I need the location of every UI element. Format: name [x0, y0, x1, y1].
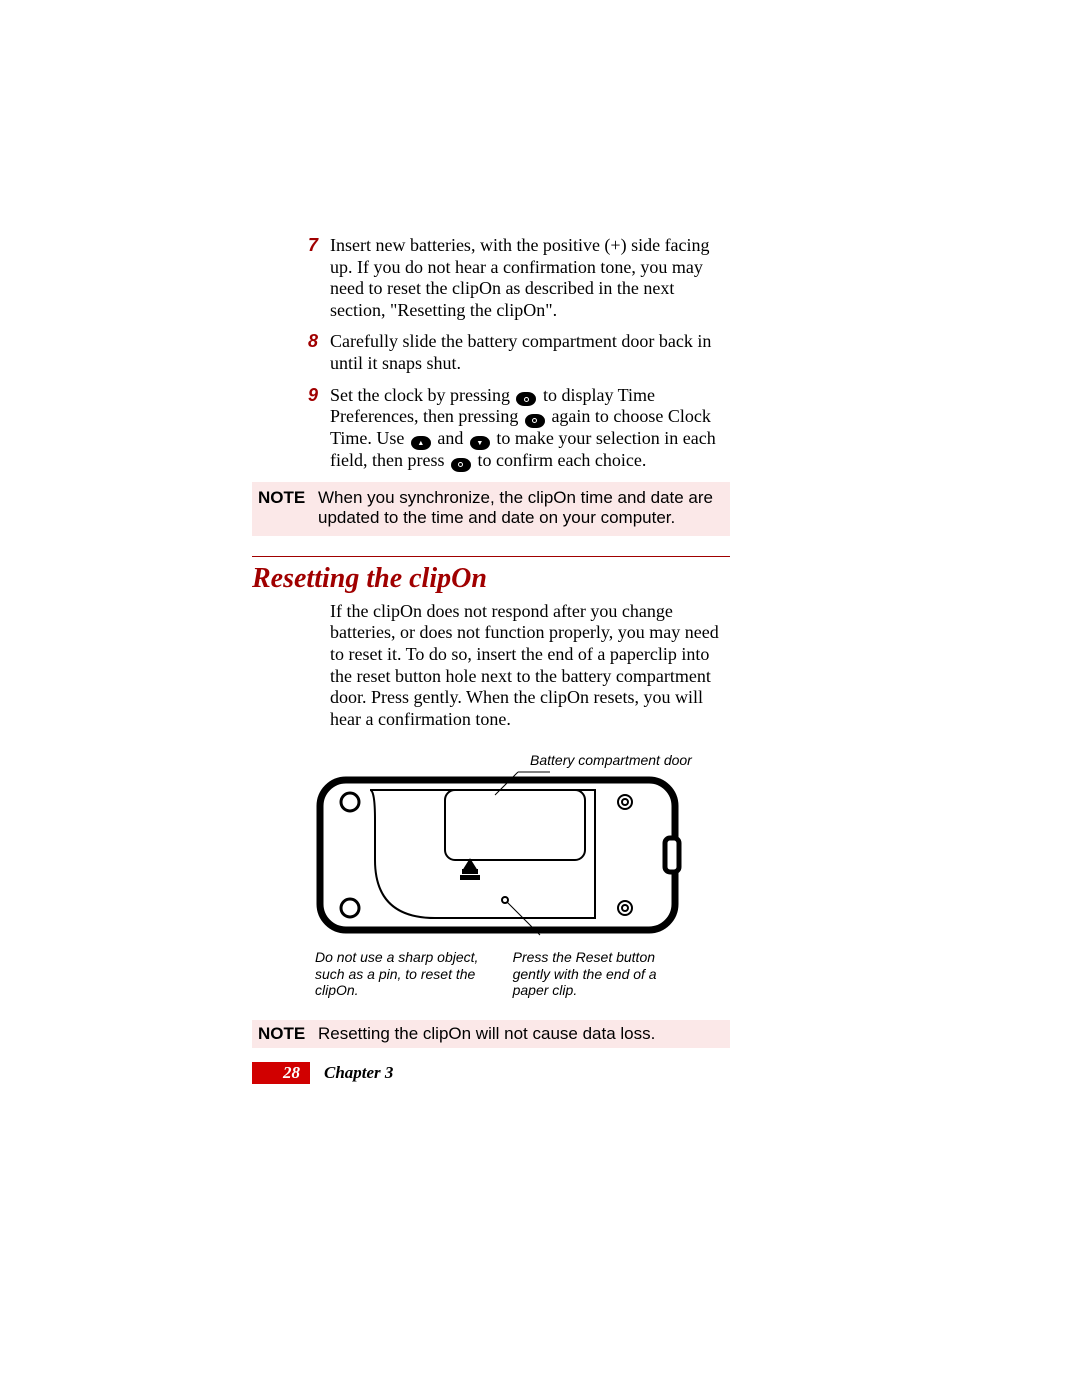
note-label: NOTE	[258, 488, 318, 528]
step-8: 8 Carefully slide the battery compartmen…	[260, 331, 730, 374]
note-text: When you synchronize, the clipOn time an…	[318, 488, 720, 528]
select-button-icon	[516, 392, 536, 406]
section-paragraph: If the clipOn does not respond after you…	[330, 601, 730, 731]
step-number: 9	[260, 385, 318, 472]
text-fragment: Set the clock by pressing	[330, 385, 514, 405]
callout-left: Do not use a sharp object, such as a pin…	[315, 949, 497, 997]
step-7: 7 Insert new batteries, with the positiv…	[260, 235, 730, 321]
step-text: Insert new batteries, with the positive …	[330, 235, 730, 321]
callout-right: Press the Reset button gently with the e…	[513, 949, 695, 997]
callouts-bottom: Do not use a sharp object, such as a pin…	[315, 949, 695, 997]
select-button-icon	[451, 458, 471, 472]
up-button-icon	[411, 436, 431, 450]
chapter-label: Chapter 3	[310, 1062, 393, 1084]
section-heading: Resetting the clipOn	[252, 563, 730, 595]
note-box: NOTE Resetting the clipOn will not cause…	[252, 1020, 730, 1048]
device-svg	[315, 760, 695, 940]
select-button-icon	[525, 414, 545, 428]
page-number: 28	[252, 1062, 310, 1084]
step-text: Set the clock by pressing to display Tim…	[330, 385, 730, 472]
text-fragment: to confirm each choice.	[477, 450, 646, 470]
note-box: NOTE When you synchronize, the clipOn ti…	[252, 482, 730, 536]
step-text: Carefully slide the battery compartment …	[330, 331, 730, 374]
step-9: 9 Set the clock by pressing to display T…	[260, 385, 730, 472]
down-button-icon	[470, 436, 490, 450]
text-fragment: and	[437, 428, 468, 448]
step-number: 7	[260, 235, 318, 321]
note-text: Resetting the clipOn will not cause data…	[318, 1024, 655, 1044]
note-label: NOTE	[258, 1024, 318, 1044]
callout-top: Battery compartment door	[530, 752, 692, 768]
section-rule	[252, 556, 730, 557]
device-diagram: Battery compartment door	[315, 760, 695, 997]
page-footer: 28 Chapter 3	[252, 1062, 730, 1084]
page-content: 7 Insert new batteries, with the positiv…	[260, 235, 730, 1084]
step-number: 8	[260, 331, 318, 374]
